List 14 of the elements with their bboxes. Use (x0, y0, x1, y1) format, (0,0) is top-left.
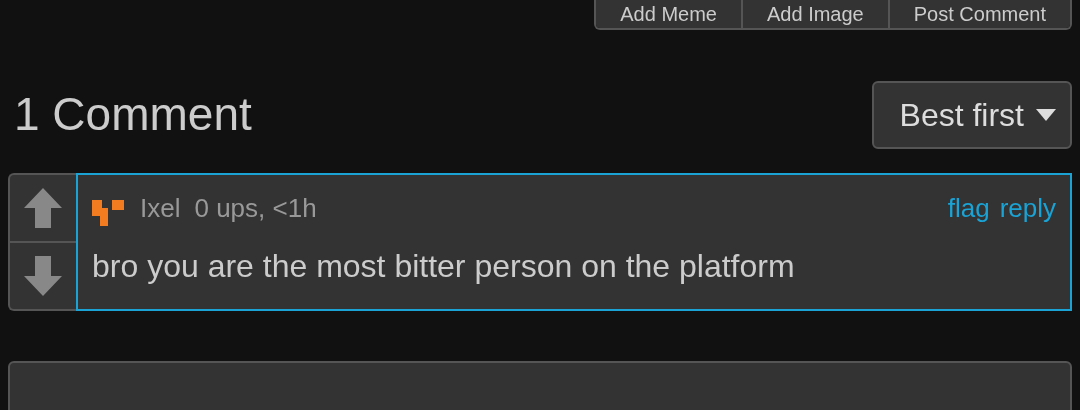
downvote-arrow-icon (24, 256, 62, 296)
comment-count-heading: 1 Comment (14, 87, 252, 142)
sort-dropdown[interactable]: Best first (871, 80, 1072, 149)
add-meme-button[interactable]: Add Meme (596, 0, 741, 28)
post-comment-button[interactable]: Post Comment (887, 0, 1070, 28)
flag-link[interactable]: flag (947, 189, 990, 228)
upvote-arrow-icon (24, 188, 62, 228)
comment-text: bro you are the most bitter person on the platform (92, 247, 796, 286)
comment-meta: 0 ups, <1h (194, 192, 317, 225)
caret-icon (1036, 108, 1056, 121)
username[interactable]: Ixel (140, 189, 181, 228)
reply-link[interactable]: reply (999, 189, 1056, 228)
comment-input-field[interactable] (8, 361, 1072, 410)
add-image-button[interactable]: Add Image (741, 0, 888, 28)
